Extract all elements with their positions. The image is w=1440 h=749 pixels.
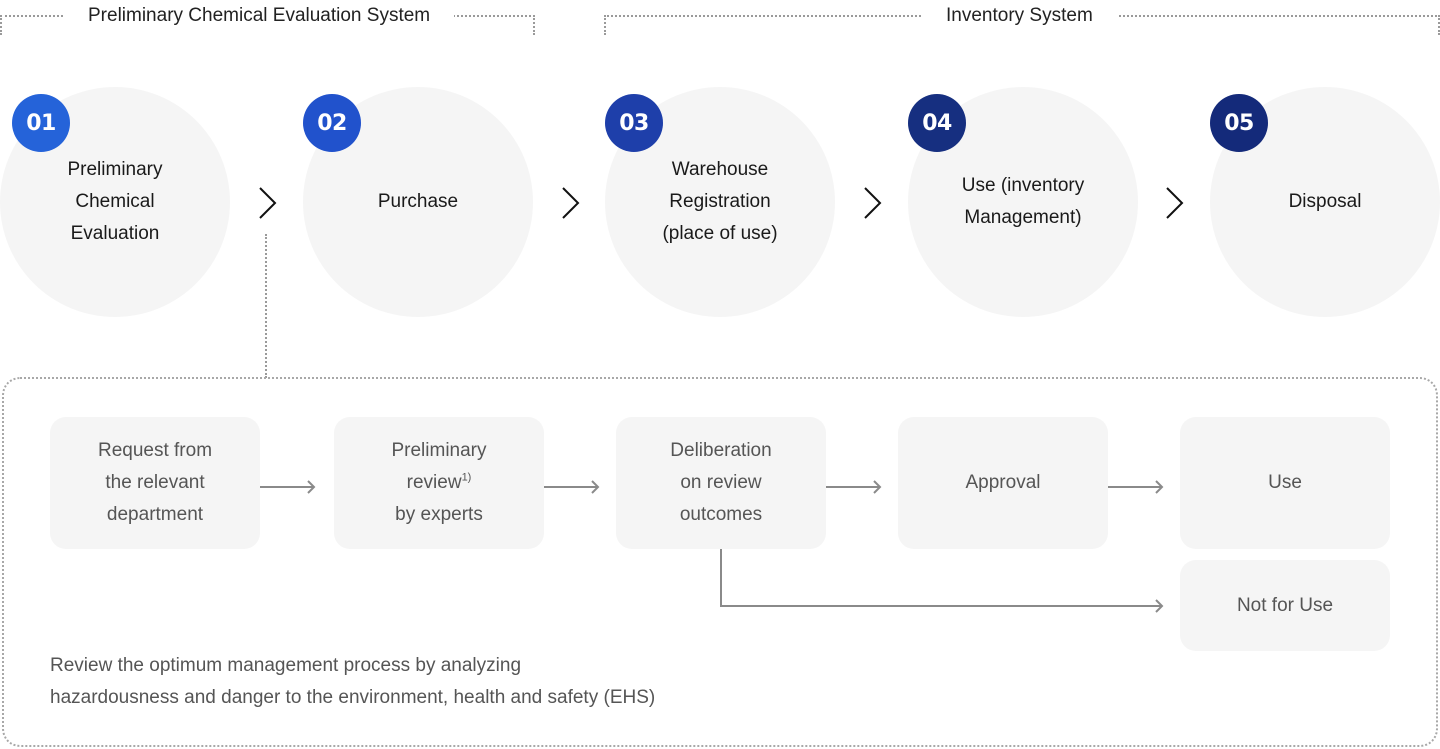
- step-number-badge: 01: [12, 94, 70, 152]
- step-purchase: Purchase 02: [303, 87, 533, 317]
- box-label: Preliminary review1) by experts: [391, 440, 487, 525]
- note-line-1: Review the optimum management process by…: [50, 655, 522, 676]
- step-label: Purchase: [377, 191, 459, 212]
- step-number-badge: 03: [605, 94, 663, 152]
- step-number-badge: 02: [303, 94, 361, 152]
- step-disposal: Disposal 05: [1210, 87, 1440, 317]
- step-label: Warehouse Registration (place of use): [662, 159, 778, 244]
- box-not-for-use: Not for Use: [1180, 560, 1390, 651]
- arrow-right-icon: [260, 480, 316, 494]
- chevron-right-icon: [561, 186, 581, 220]
- step-label: Disposal: [1288, 191, 1362, 212]
- step-number-badge: 05: [1210, 94, 1268, 152]
- footnote-marker: 1): [461, 471, 472, 484]
- bracket-title-inventory-system: Inventory System: [922, 3, 1117, 29]
- arrow-right-icon: [1108, 480, 1164, 494]
- box-request: Request from the relevant department: [50, 417, 260, 549]
- box-label: Use: [1268, 472, 1302, 493]
- bracket-title-preliminary-system: Preliminary Chemical Evaluation System: [64, 3, 455, 29]
- box-use: Use: [1180, 417, 1390, 549]
- chevron-right-icon: [258, 186, 278, 220]
- box-label: Approval: [965, 472, 1041, 493]
- step-label: Use (inventory Management): [961, 175, 1085, 228]
- arrow-right-icon: [826, 480, 882, 494]
- panel-note: Review the optimum management process by…: [50, 650, 655, 714]
- bracket-preliminary-system: Preliminary Chemical Evaluation System: [0, 3, 535, 35]
- step-number-badge: 04: [908, 94, 966, 152]
- box-approval: Approval: [898, 417, 1108, 549]
- box-label: Not for Use: [1236, 594, 1334, 616]
- box-preliminary-review: Preliminary review1) by experts: [334, 417, 544, 549]
- dotted-connector: [265, 234, 267, 378]
- box-label: Request from the relevant department: [97, 440, 213, 525]
- arrow-not-for-use-branch: [720, 549, 1164, 613]
- bracket-inventory-system: Inventory System: [604, 3, 1440, 35]
- chevron-right-icon: [863, 186, 883, 220]
- step-label: Preliminary Chemical Evaluation: [67, 159, 163, 244]
- step-preliminary-evaluation: Preliminary Chemical Evaluation 01: [0, 87, 230, 317]
- arrow-right-icon: [544, 480, 600, 494]
- box-deliberation: Deliberation on review outcomes: [616, 417, 826, 549]
- step-warehouse-registration: Warehouse Registration (place of use) 03: [605, 87, 835, 317]
- box-label: Deliberation on review outcomes: [670, 440, 772, 525]
- note-line-2: hazardousness and danger to the environm…: [50, 687, 656, 708]
- step-use-inventory: Use (inventory Management) 04: [908, 87, 1138, 317]
- chevron-right-icon: [1165, 186, 1185, 220]
